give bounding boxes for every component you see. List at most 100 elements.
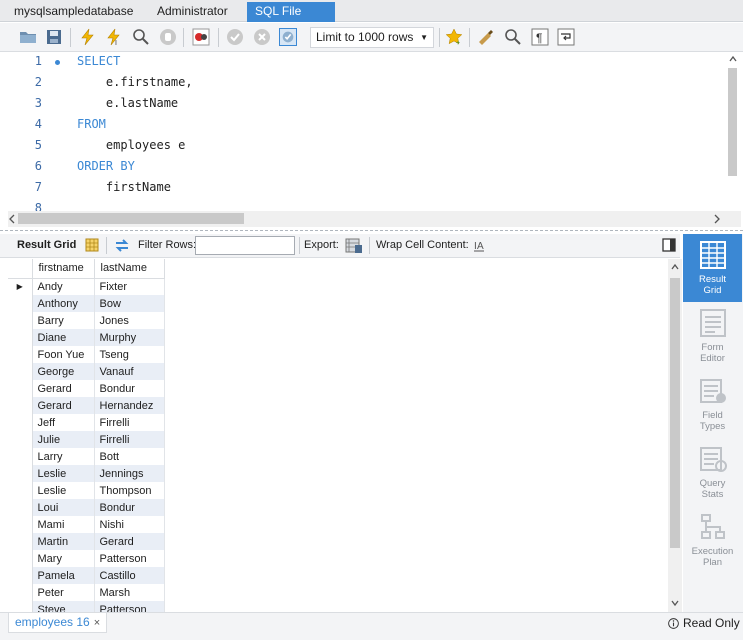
- table-row[interactable]: George Vanauf: [8, 363, 165, 380]
- cell-lastname[interactable]: Nishi: [94, 516, 165, 533]
- table-row[interactable]: Peter Marsh: [8, 584, 165, 601]
- grid-layout-icon[interactable]: [85, 238, 99, 252]
- result-grid[interactable]: firstname lastName ▶ Andy Fixter Anthony Bow…: [8, 259, 668, 612]
- cell-lastname[interactable]: Firrelli: [94, 414, 165, 431]
- cell-lastname[interactable]: Patterson: [94, 601, 165, 612]
- cell-lastname[interactable]: Tseng: [94, 346, 165, 363]
- chevron-up-icon[interactable]: [671, 263, 679, 271]
- commit-check-icon[interactable]: [226, 28, 244, 46]
- column-header-firstname[interactable]: firstname: [32, 259, 95, 279]
- close-icon[interactable]: ×: [94, 617, 100, 629]
- cell-lastname[interactable]: Bott: [94, 448, 165, 465]
- table-row[interactable]: Leslie Thompson: [8, 482, 165, 499]
- row-header[interactable]: [8, 516, 33, 533]
- cell-lastname[interactable]: Vanauf: [94, 363, 165, 380]
- rollback-x-icon[interactable]: [253, 28, 271, 46]
- cell-firstname[interactable]: Gerard: [32, 397, 95, 414]
- cell-lastname[interactable]: Jennings: [94, 465, 165, 482]
- cell-firstname[interactable]: Foon Yue: [32, 346, 95, 363]
- export-icon[interactable]: [345, 237, 363, 254]
- column-header-lastname[interactable]: lastName: [94, 259, 165, 279]
- table-row[interactable]: Pamela Castillo: [8, 567, 165, 584]
- cell-lastname[interactable]: Patterson: [94, 550, 165, 567]
- cell-firstname[interactable]: Barry: [32, 312, 95, 329]
- cell-firstname[interactable]: George: [32, 363, 95, 380]
- cell-firstname[interactable]: Diane: [32, 329, 95, 346]
- execute-lightning-icon[interactable]: [79, 28, 97, 46]
- table-row[interactable]: Mary Patterson: [8, 550, 165, 567]
- row-header[interactable]: [8, 465, 33, 482]
- table-row[interactable]: Jeff Firrelli: [8, 414, 165, 431]
- cell-firstname[interactable]: Leslie: [32, 465, 95, 482]
- chevron-up-icon[interactable]: [729, 55, 737, 63]
- cell-firstname[interactable]: Martin: [32, 533, 95, 550]
- row-header[interactable]: [8, 414, 33, 431]
- row-header[interactable]: [8, 482, 33, 499]
- beautify-brush-icon[interactable]: [477, 28, 495, 46]
- cell-lastname[interactable]: Bondur: [94, 380, 165, 397]
- panel-splitter[interactable]: [0, 230, 743, 233]
- grid-vertical-scrollbar[interactable]: [668, 259, 682, 612]
- cell-firstname[interactable]: Anthony: [32, 295, 95, 312]
- cell-firstname[interactable]: Gerard: [32, 380, 95, 397]
- stop-hand-icon[interactable]: [159, 28, 177, 46]
- table-row[interactable]: Barry Jones: [8, 312, 165, 329]
- table-row[interactable]: Julie Firrelli: [8, 431, 165, 448]
- table-row[interactable]: Martin Gerard: [8, 533, 165, 550]
- open-folder-icon[interactable]: [19, 28, 37, 46]
- table-row[interactable]: Larry Bott: [8, 448, 165, 465]
- autocommit-toggle-icon[interactable]: [279, 28, 297, 46]
- cell-firstname[interactable]: Peter: [32, 584, 95, 601]
- scrollbar-thumb[interactable]: [18, 213, 244, 224]
- explain-magnifier-icon[interactable]: [132, 28, 150, 46]
- cell-lastname[interactable]: Hernandez: [94, 397, 165, 414]
- cell-firstname[interactable]: Larry: [32, 448, 95, 465]
- result-tab-employees[interactable]: employees 16 ×: [8, 613, 108, 633]
- row-header[interactable]: [8, 380, 33, 397]
- limit-rows-select[interactable]: Limit to 1000 rows ▼: [310, 27, 434, 48]
- row-header[interactable]: [8, 329, 33, 346]
- table-row[interactable]: Loui Bondur: [8, 499, 165, 516]
- filter-rows-input[interactable]: [195, 236, 295, 255]
- cell-firstname[interactable]: Loui: [32, 499, 95, 516]
- cell-firstname[interactable]: Pamela: [32, 567, 95, 584]
- editor-vertical-scrollbar[interactable]: [726, 52, 740, 212]
- tab-sql-file[interactable]: SQL File 1*×: [247, 2, 335, 37]
- row-header[interactable]: [8, 533, 33, 550]
- cell-lastname[interactable]: Firrelli: [94, 431, 165, 448]
- row-header[interactable]: [8, 567, 33, 584]
- chevron-down-icon[interactable]: [671, 599, 679, 607]
- execute-current-icon[interactable]: I: [105, 28, 123, 46]
- scrollbar-thumb[interactable]: [728, 68, 737, 176]
- table-row[interactable]: ▶ Andy Fixter: [8, 278, 165, 295]
- sql-editor[interactable]: 1 SELECT 2 e.firstname, 3 e.lastName 4 F…: [8, 52, 725, 212]
- row-header[interactable]: [8, 295, 33, 312]
- row-header[interactable]: [8, 397, 33, 414]
- cell-firstname[interactable]: Mami: [32, 516, 95, 533]
- cell-lastname[interactable]: Castillo: [94, 567, 165, 584]
- cell-firstname[interactable]: Mary: [32, 550, 95, 567]
- side-execution-plan-button[interactable]: Execution Plan: [683, 506, 742, 574]
- row-header[interactable]: [8, 499, 33, 516]
- refresh-arrows-icon[interactable]: [114, 238, 130, 253]
- table-row[interactable]: Diane Murphy: [8, 329, 165, 346]
- cell-lastname[interactable]: Bondur: [94, 499, 165, 516]
- side-field-types-button[interactable]: Field Types: [683, 370, 742, 438]
- toggle-side-panel-icon[interactable]: [662, 238, 676, 252]
- row-header[interactable]: [8, 550, 33, 567]
- toggle-stop-on-error-icon[interactable]: [192, 28, 210, 46]
- row-header[interactable]: ▶: [8, 278, 33, 295]
- side-result-grid-button[interactable]: Result Grid: [683, 234, 742, 302]
- cell-firstname[interactable]: Jeff: [32, 414, 95, 431]
- find-magnifier-icon[interactable]: [504, 28, 522, 46]
- cell-lastname[interactable]: Bow: [94, 295, 165, 312]
- table-row[interactable]: Gerard Bondur: [8, 380, 165, 397]
- tab-administrator[interactable]: Administrator: [149, 2, 236, 22]
- side-form-editor-button[interactable]: Form Editor: [683, 302, 742, 370]
- word-wrap-icon[interactable]: [557, 28, 575, 46]
- cell-firstname[interactable]: Steve: [32, 601, 95, 612]
- save-icon[interactable]: [45, 28, 63, 46]
- table-row[interactable]: Gerard Hernandez: [8, 397, 165, 414]
- cell-lastname[interactable]: Fixter: [94, 278, 165, 295]
- cell-lastname[interactable]: Jones: [94, 312, 165, 329]
